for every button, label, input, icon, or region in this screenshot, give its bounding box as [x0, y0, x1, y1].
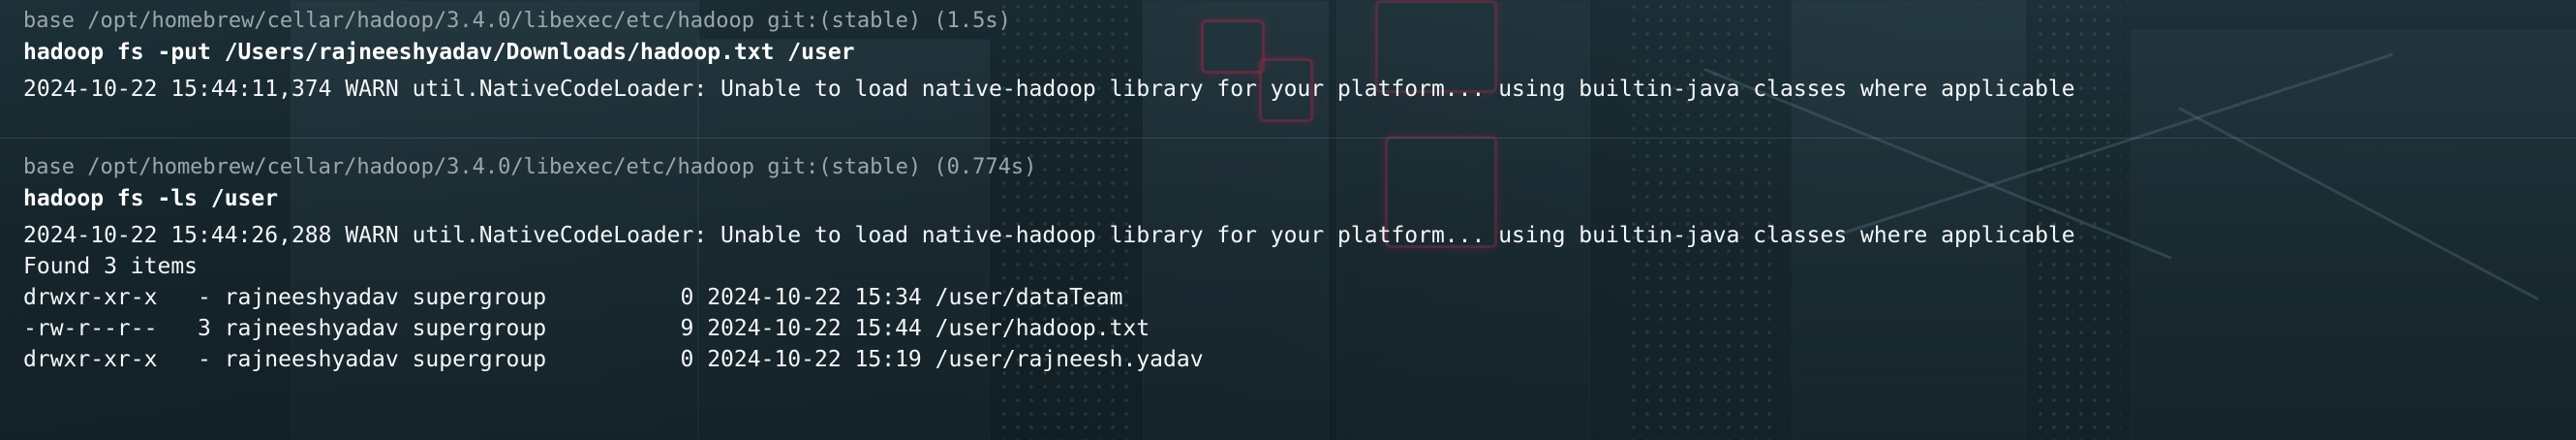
- command-block-ls: base /opt/homebrew/cellar/hadoop/3.4.0/l…: [23, 152, 2576, 375]
- terminal-output: base /opt/homebrew/cellar/hadoop/3.4.0/l…: [0, 0, 2576, 440]
- output-line: 2024-10-22 15:44:26,288 WARN util.Native…: [23, 223, 2075, 248]
- block-divider: [0, 138, 2576, 139]
- output-line: 2024-10-22 15:44:11,374 WARN util.Native…: [23, 77, 2075, 102]
- output-line: drwxr-xr-x - rajneeshyadav supergroup 0 …: [23, 285, 1123, 310]
- output-line: drwxr-xr-x - rajneeshyadav supergroup 0 …: [23, 347, 1204, 372]
- output-line: Found 3 items: [23, 254, 199, 279]
- command-line: hadoop fs -put /Users/rajneeshyadav/Down…: [23, 40, 855, 65]
- prompt-line: base /opt/homebrew/cellar/hadoop/3.4.0/l…: [23, 155, 1037, 179]
- command-block-put: base /opt/homebrew/cellar/hadoop/3.4.0/l…: [23, 6, 2576, 105]
- command-line: hadoop fs -ls /user: [23, 186, 279, 211]
- output-line: -rw-r--r-- 3 rajneeshyadav supergroup 9 …: [23, 316, 1150, 341]
- prompt-line: base /opt/homebrew/cellar/hadoop/3.4.0/l…: [23, 9, 1011, 33]
